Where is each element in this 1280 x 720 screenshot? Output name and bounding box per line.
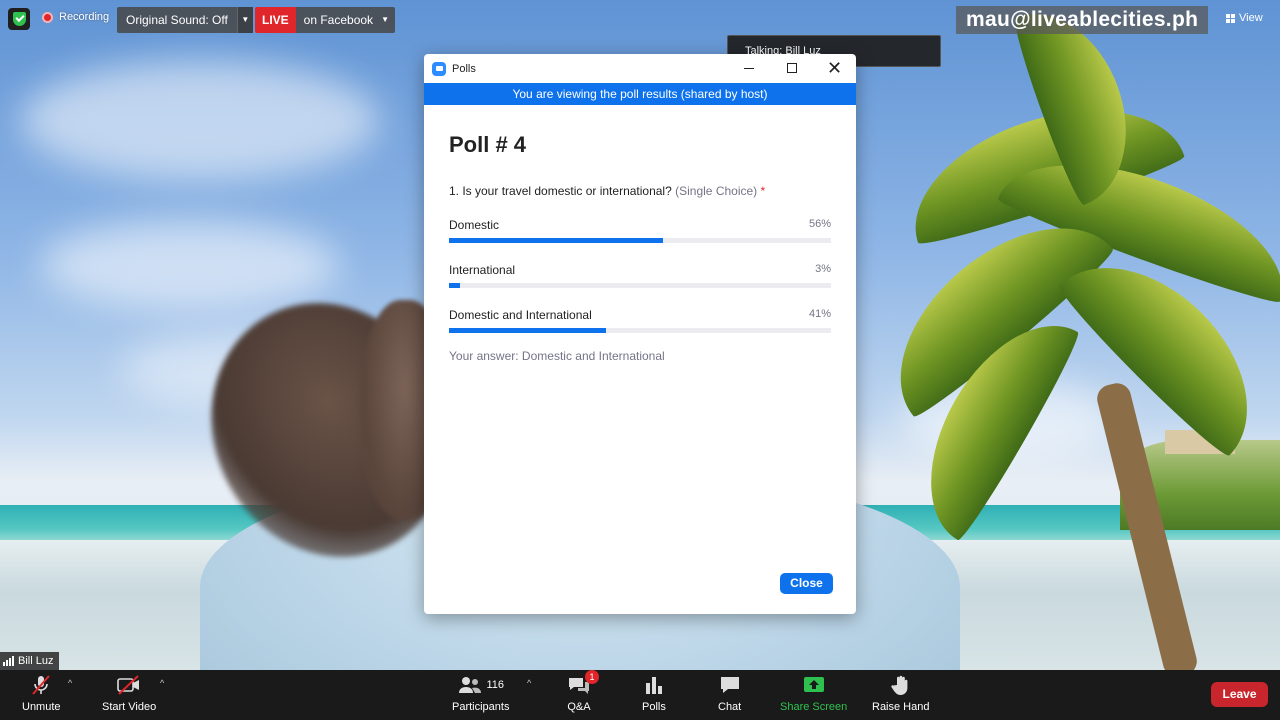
result-bar-fill <box>449 283 461 288</box>
close-window-button[interactable]: ✕ <box>813 54 856 82</box>
option-percent: 56% <box>808 218 831 230</box>
participants-icon: 116 <box>457 674 504 696</box>
result-bar-track <box>449 328 831 333</box>
grid-view-icon <box>1226 13 1235 23</box>
meeting-toolbar: Unmute ^ Start Video ^ 116 Participants … <box>0 670 1280 720</box>
chevron-down-icon[interactable]: ▼ <box>381 7 396 33</box>
qa-badge: 1 <box>585 670 599 684</box>
chat-icon <box>719 674 741 696</box>
close-poll-button[interactable]: Close <box>780 573 833 594</box>
signal-icon <box>3 656 14 666</box>
live-stream-button[interactable]: LIVE on Facebook ▼ <box>255 7 396 33</box>
polls-label: Polls <box>642 701 666 713</box>
start-video-button[interactable]: Start Video <box>102 674 156 713</box>
chevron-up-icon[interactable]: ^ <box>68 678 72 688</box>
option-label: Domestic <box>449 218 500 232</box>
option-percent: 41% <box>808 308 831 320</box>
chevron-up-icon[interactable]: ^ <box>160 678 164 688</box>
polls-icon <box>643 674 665 696</box>
option-label: Domestic and International <box>449 308 592 322</box>
maximize-button[interactable] <box>770 54 813 82</box>
option-percent: 3% <box>815 263 831 275</box>
participants-count: 116 <box>486 679 505 691</box>
participants-button[interactable]: 116 Participants <box>452 674 509 713</box>
recording-label: Recording <box>59 11 110 23</box>
email-overlay: mau@liveablecities.ph <box>956 6 1209 34</box>
poll-title: Poll # 4 <box>449 132 527 157</box>
live-badge: LIVE <box>255 7 296 33</box>
minimize-icon <box>743 67 754 69</box>
start-video-label: Start Video <box>102 701 157 713</box>
share-screen-button[interactable]: Share Screen <box>780 674 847 713</box>
your-answer: Your answer: Domestic and International <box>449 349 665 363</box>
chat-label: Chat <box>718 701 742 713</box>
window-titlebar[interactable]: Polls ✕ <box>424 54 856 83</box>
record-icon <box>42 11 53 23</box>
qa-icon: 1 <box>567 670 599 696</box>
view-button[interactable]: View <box>1226 12 1263 24</box>
view-label: View <box>1239 12 1263 24</box>
polls-window: Polls ✕ You are viewing the poll results… <box>424 54 856 614</box>
poll-option: Domestic 56% <box>449 218 831 243</box>
leave-button[interactable]: Leave <box>1211 682 1268 707</box>
share-screen-icon <box>802 674 826 696</box>
share-screen-label: Share Screen <box>780 701 848 713</box>
question-type: (Single Choice) <box>675 184 758 198</box>
polls-button[interactable]: Polls <box>642 674 666 713</box>
qa-button[interactable]: 1 Q&A <box>567 670 599 713</box>
required-marker: * <box>760 184 766 198</box>
raise-hand-icon <box>890 674 912 696</box>
question-text: 1. Is your travel domestic or internatio… <box>449 184 672 198</box>
maximize-icon <box>786 63 797 73</box>
mic-muted-icon <box>30 674 52 696</box>
live-destination[interactable]: on Facebook <box>295 7 382 33</box>
window-title: Polls <box>452 62 476 75</box>
result-bar-track <box>449 283 831 288</box>
chat-button[interactable]: Chat <box>718 674 741 713</box>
close-icon: ✕ <box>826 58 843 78</box>
qa-label: Q&A <box>567 701 591 713</box>
chevron-up-icon[interactable]: ^ <box>527 678 531 688</box>
original-sound-button[interactable]: Original Sound: Off ▼ <box>117 7 253 33</box>
original-sound-label[interactable]: Original Sound: Off <box>117 7 237 33</box>
result-bar-track <box>449 238 831 243</box>
raise-hand-button[interactable]: Raise Hand <box>872 674 929 713</box>
unmute-label: Unmute <box>22 701 61 713</box>
participant-name-tag: Bill Luz <box>0 652 60 670</box>
raise-hand-label: Raise Hand <box>872 701 930 713</box>
video-off-icon <box>116 674 142 696</box>
minimize-button[interactable] <box>727 54 770 82</box>
participant-name: Bill Luz <box>18 655 54 667</box>
participants-label: Participants <box>452 701 510 713</box>
recording-indicator[interactable]: Recording <box>42 11 109 23</box>
poll-option: International 3% <box>449 263 831 288</box>
poll-option: Domestic and International 41% <box>449 308 831 333</box>
result-bar-fill <box>449 328 606 333</box>
shared-results-banner: You are viewing the poll results (shared… <box>424 83 856 105</box>
option-label: International <box>449 263 516 277</box>
zoom-logo-icon <box>432 61 446 76</box>
result-bar-fill <box>449 238 663 243</box>
chevron-down-icon[interactable]: ▼ <box>236 7 253 33</box>
unmute-button[interactable]: Unmute <box>22 674 61 713</box>
shield-icon[interactable] <box>8 8 30 30</box>
poll-question: 1. Is your travel domestic or internatio… <box>449 184 831 198</box>
meeting-top-bar: Recording Original Sound: Off ▼ LIVE on … <box>0 0 1280 40</box>
